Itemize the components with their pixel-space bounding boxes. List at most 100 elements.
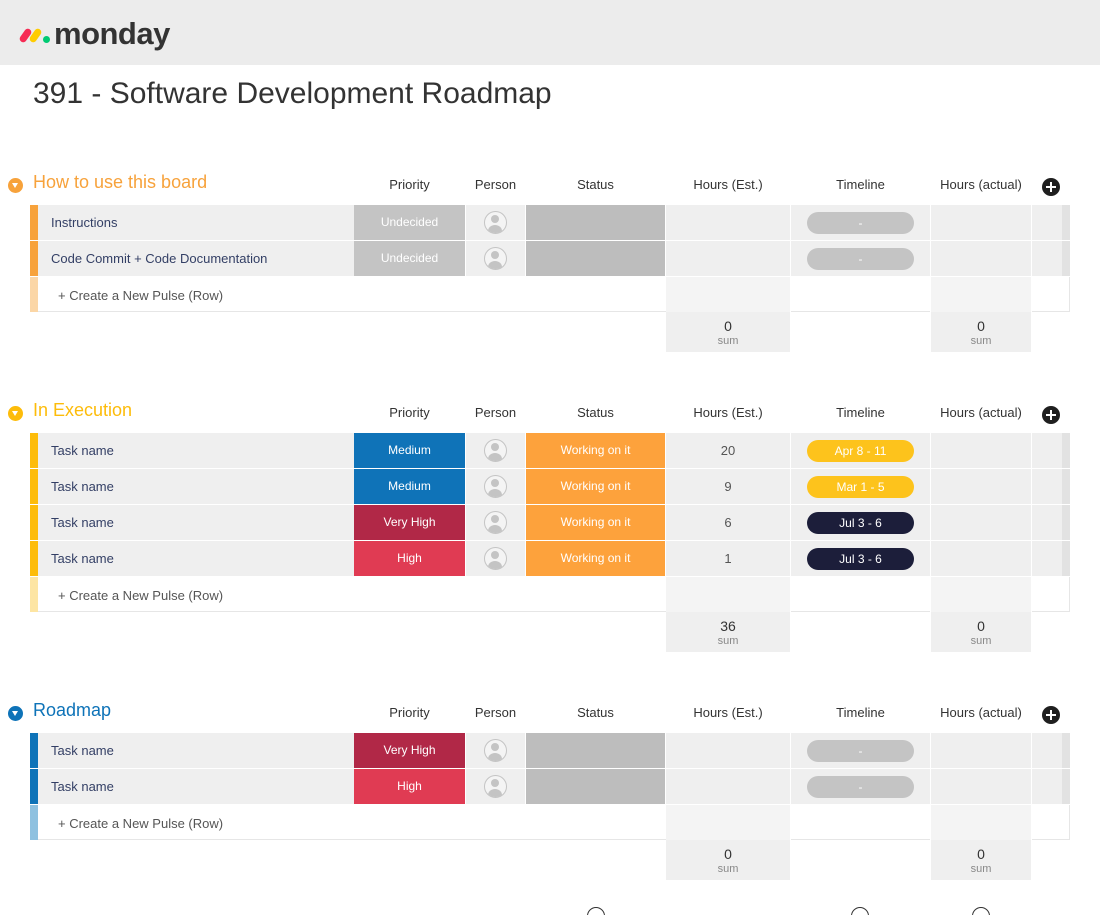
table-row[interactable]: Task name Medium Working on it 9 Mar 1 -… [30,469,1070,504]
priority-cell[interactable]: High [354,769,465,804]
timeline-cell[interactable]: - [791,241,930,276]
board-title[interactable]: 391 - Software Development Roadmap [33,77,552,111]
group-collapse-icon[interactable] [8,706,23,721]
name-cell[interactable]: Code Commit + Code Documentation [38,241,354,276]
status-cell[interactable]: Working on it [526,505,665,540]
column-header-status[interactable]: Status [526,405,665,420]
column-header-person[interactable]: Person [466,405,525,420]
timeline-cell[interactable]: Mar 1 - 5 [791,469,930,504]
hours-est-cell[interactable] [666,733,790,768]
hours-est-cell[interactable]: 20 [666,433,790,468]
create-pulse-row[interactable]: + Create a New Pulse (Row) [30,805,1070,840]
hours-actual-cell[interactable] [931,505,1031,540]
add-column-icon[interactable] [1042,178,1060,196]
create-pulse-row[interactable]: + Create a New Pulse (Row) [30,577,1070,612]
column-header-timeline[interactable]: Timeline [791,405,930,420]
table-row[interactable]: Task name Medium Working on it 20 Apr 8 … [30,433,1070,468]
column-header-status[interactable]: Status [526,177,665,192]
group-collapse-icon[interactable] [8,178,23,193]
table-row[interactable]: Instructions Undecided - [30,205,1070,240]
hours-actual-cell[interactable] [931,241,1031,276]
column-header-hours-actual[interactable]: Hours (actual) [931,177,1031,192]
hours-actual-cell[interactable] [931,469,1031,504]
person-cell[interactable] [466,241,525,276]
person-cell[interactable] [466,541,525,576]
column-header-priority[interactable]: Priority [354,705,465,720]
hours-est-cell[interactable]: 9 [666,469,790,504]
name-cell[interactable]: Task name [38,505,354,540]
hours-actual-cell[interactable] [931,733,1031,768]
table-row[interactable]: Task name High - [30,769,1070,804]
timeline-cell[interactable]: Jul 3 - 6 [791,505,930,540]
group-title[interactable]: How to use this board [33,172,207,193]
column-header-hours-actual[interactable]: Hours (actual) [931,405,1031,420]
person-cell[interactable] [466,769,525,804]
column-header-hours-est[interactable]: Hours (Est.) [666,177,790,192]
hours-est-cell[interactable] [666,241,790,276]
status-cell[interactable] [526,733,665,768]
add-column-icon[interactable] [1042,406,1060,424]
column-header-priority[interactable]: Priority [354,177,465,192]
name-cell[interactable]: Instructions [38,205,354,240]
table-row[interactable]: Task name Very High Working on it 6 Jul … [30,505,1070,540]
column-header-priority[interactable]: Priority [354,405,465,420]
column-header-status[interactable]: Status [526,705,665,720]
group-title[interactable]: Roadmap [33,700,111,721]
timeline-cell[interactable]: Apr 8 - 11 [791,433,930,468]
priority-cell[interactable]: Medium [354,433,465,468]
status-cell[interactable]: Working on it [526,541,665,576]
person-cell[interactable] [466,433,525,468]
table-row[interactable]: Task name Very High - [30,733,1070,768]
create-pulse-input[interactable]: + Create a New Pulse (Row) [38,577,666,612]
status-cell[interactable] [526,769,665,804]
person-cell[interactable] [466,205,525,240]
hours-est-cell[interactable] [666,205,790,240]
column-header-hours-est[interactable]: Hours (Est.) [666,705,790,720]
column-header-hours-actual[interactable]: Hours (actual) [931,705,1031,720]
priority-cell[interactable]: Very High [354,733,465,768]
timeline-cell[interactable]: Jul 3 - 6 [791,541,930,576]
name-cell[interactable]: Task name [38,433,354,468]
hours-est-cell[interactable]: 6 [666,505,790,540]
status-cell[interactable] [526,205,665,240]
name-cell[interactable]: Task name [38,469,354,504]
group-title[interactable]: In Execution [33,400,132,421]
timeline-cell[interactable]: - [791,769,930,804]
priority-cell[interactable]: Medium [354,469,465,504]
name-cell[interactable]: Task name [38,541,354,576]
hours-actual-cell[interactable] [931,205,1031,240]
status-cell[interactable] [526,241,665,276]
column-header-timeline[interactable]: Timeline [791,177,930,192]
table-row[interactable]: Code Commit + Code Documentation Undecid… [30,241,1070,276]
timeline-cell[interactable]: - [791,733,930,768]
priority-cell[interactable]: High [354,541,465,576]
priority-cell[interactable]: Undecided [354,205,465,240]
priority-cell[interactable]: Undecided [354,241,465,276]
person-cell[interactable] [466,469,525,504]
name-cell[interactable]: Task name [38,733,354,768]
timeline-cell[interactable]: - [791,205,930,240]
create-pulse-input[interactable]: + Create a New Pulse (Row) [38,277,666,312]
column-header-person[interactable]: Person [466,705,525,720]
add-column-icon[interactable] [1042,706,1060,724]
hours-actual-cell[interactable] [931,541,1031,576]
status-cell[interactable]: Working on it [526,433,665,468]
hours-actual-cell[interactable] [931,769,1031,804]
person-cell[interactable] [466,505,525,540]
create-pulse-row[interactable]: + Create a New Pulse (Row) [30,277,1070,312]
hours-est-cell[interactable] [666,769,790,804]
person-cell[interactable] [466,733,525,768]
group-collapse-icon[interactable] [8,406,23,421]
monday-logo[interactable]: monday [18,14,170,54]
name-cell[interactable]: Task name [38,769,354,804]
create-pulse-input[interactable]: + Create a New Pulse (Row) [38,805,666,840]
hours-actual-cell[interactable] [931,433,1031,468]
status-cell[interactable]: Working on it [526,469,665,504]
create-pulse-label: + Create a New Pulse (Row) [58,588,224,603]
table-row[interactable]: Task name High Working on it 1 Jul 3 - 6 [30,541,1070,576]
column-header-timeline[interactable]: Timeline [791,705,930,720]
hours-est-cell[interactable]: 1 [666,541,790,576]
column-header-hours-est[interactable]: Hours (Est.) [666,405,790,420]
priority-cell[interactable]: Very High [354,505,465,540]
column-header-person[interactable]: Person [466,177,525,192]
